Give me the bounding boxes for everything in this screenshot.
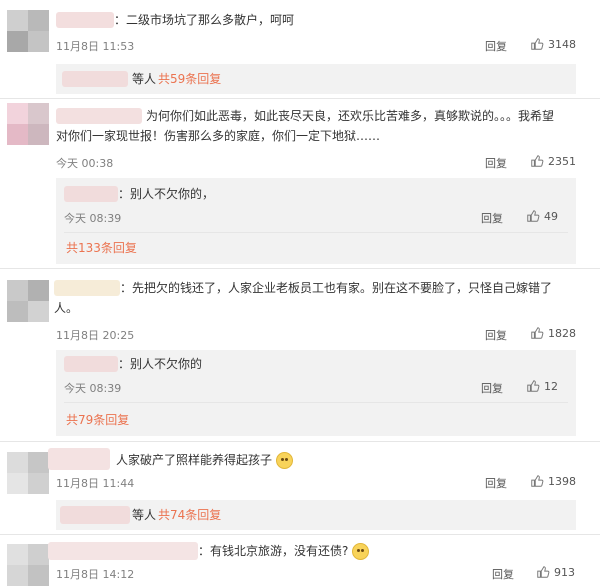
comment-time: 今天 00:38 [56,157,114,170]
comment-text: ：二级市场坑了那么多散户，呵呵 [114,13,295,27]
avatar[interactable] [7,452,49,494]
like-button[interactable]: 1828 [530,326,576,340]
reply-text: ：别人不欠你的 [118,357,203,371]
divider [64,402,568,403]
view-replies-link[interactable]: 共59条回复 [158,69,221,89]
like-button[interactable]: 913 [536,565,575,579]
comment-time: 11月8日 11:44 [56,477,135,490]
reply-time: 今天 08:39 [64,212,122,225]
reply-button[interactable]: 回复 [485,38,507,54]
like-button[interactable]: 1398 [530,474,576,488]
like-count: 913 [554,565,575,579]
reply-thread: ：别人不欠你的， 今天 08:39 回复 49 共133条回复 [56,178,576,264]
reply-button[interactable]: 回复 [492,566,514,582]
like-button[interactable]: 3148 [530,37,576,51]
reply-button[interactable]: 回复 [485,327,507,343]
reply-button[interactable]: 回复 [481,380,503,396]
like-button[interactable]: 49 [526,209,558,223]
thumbs-up-icon [531,327,544,339]
divider [0,98,600,99]
thumbs-up-icon [527,210,540,222]
like-count: 49 [544,209,558,223]
reply-time: 今天 08:39 [64,382,122,395]
more-replies-bar[interactable]: 等人 共74条回复 [56,500,576,530]
smirk-emoji-icon [352,543,370,560]
divider [0,534,600,535]
comment-text-line2: 人。 [54,301,79,315]
like-count: 3148 [548,37,576,51]
divider [0,268,600,269]
username-blurred[interactable] [54,280,120,296]
reply-thread: ：别人不欠你的 今天 08:39 回复 12 共79条回复 [56,350,576,436]
like-count: 1398 [548,474,576,488]
username-blurred[interactable] [48,542,198,560]
username-blurred[interactable] [56,108,142,124]
like-count: 12 [544,379,558,393]
avatar[interactable] [7,103,49,145]
username-blurred[interactable] [64,356,118,372]
reply-button[interactable]: 回复 [485,155,507,171]
more-replies-bar[interactable]: 等人 共59条回复 [56,64,576,94]
view-replies-link[interactable]: 共79条回复 [66,410,129,430]
reply-button[interactable]: 回复 [481,210,503,226]
thumbs-up-icon [531,38,544,50]
avatar[interactable] [7,10,49,52]
avatar[interactable] [7,280,49,322]
smile-emoji-icon [275,452,293,469]
comment-time: 11月8日 20:25 [56,329,135,342]
username-blurred[interactable] [64,186,118,202]
like-count: 1828 [548,326,576,340]
thumbs-up-icon [531,155,544,167]
thumbs-up-icon [531,475,544,487]
username-blurred[interactable] [48,448,110,470]
like-button[interactable]: 2351 [530,154,576,168]
username-blurred[interactable] [56,12,114,28]
reply-text: ：别人不欠你的， [118,187,215,201]
divider [0,441,600,442]
comment-time: 11月8日 11:53 [56,40,135,53]
comment-text: ：有钱北京旅游，没有还债? [198,541,370,561]
comment-time: 11月8日 14:12 [56,568,135,581]
comment-text: 人家破产了照样能养得起孩子 [116,450,293,470]
replies-prefix: 等人 [132,72,157,86]
thumbs-up-icon [537,566,550,578]
view-replies-link[interactable]: 共74条回复 [158,505,221,525]
like-count: 2351 [548,154,576,168]
thumbs-up-icon [527,380,540,392]
avatar[interactable] [7,544,49,586]
reply-button[interactable]: 回复 [485,475,507,491]
view-replies-link[interactable]: 共133条回复 [66,238,137,258]
comment-text-line1: 为何你们如此恶毒，如此丧尽天良，还欢乐比苦难多，真够欺说的。。。我希望 [146,109,555,123]
like-button[interactable]: 12 [526,379,558,393]
comment-text-line2: 对你们一家现世报！伤害那么多的家庭，你们一定下地狱…… [56,129,381,143]
replies-prefix: 等人 [132,508,157,522]
divider [64,232,568,233]
comment-text-line1: ：先把欠的钱还了，人家企业老板员工也有家。别在这不要脸了，只怪自己嫁错了 [120,281,553,295]
